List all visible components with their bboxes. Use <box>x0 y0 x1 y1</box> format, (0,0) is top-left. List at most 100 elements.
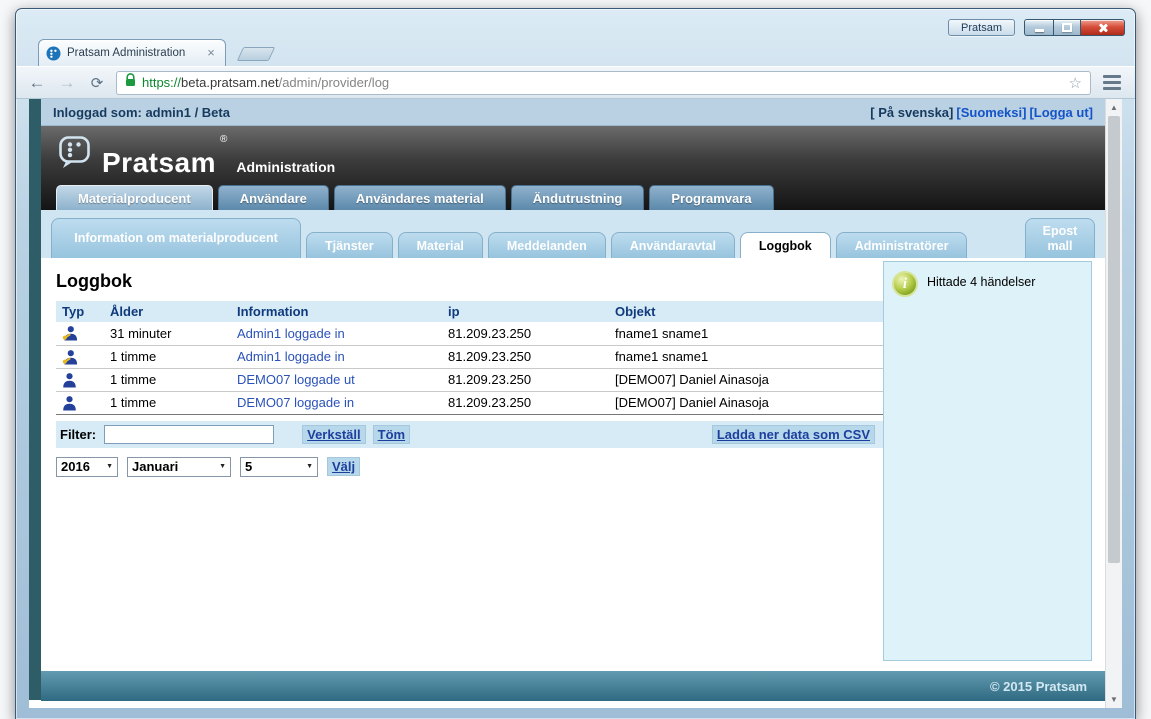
titlebar: Pratsam <box>16 9 1135 39</box>
log-age: 1 timme <box>104 391 231 414</box>
language-link-logga-ut[interactable]: [Logga ut] <box>1029 105 1093 120</box>
close-icon <box>1097 22 1109 34</box>
result-message: Hittade 4 händelser <box>927 275 1035 289</box>
address-bar[interactable]: https://beta.pratsam.net/admin/provider/… <box>116 71 1091 95</box>
main-tabs: MaterialproducentAnvändareAnvändares mat… <box>56 185 774 210</box>
window-controls <box>1024 19 1125 36</box>
pratsam-window-button[interactable]: Pratsam <box>948 19 1015 36</box>
back-icon[interactable] <box>26 74 48 91</box>
sub-tab-administratörer[interactable]: Administratörer <box>836 232 968 258</box>
language-link-suomeksi[interactable]: [Suomeksi] <box>956 105 1026 120</box>
log-object: [DEMO07] Daniel Ainasoja <box>609 391 883 414</box>
column-header-ålder: Ålder <box>104 301 231 322</box>
sub-tab-information-om-materialproducent[interactable]: Information om materialproducent <box>51 218 301 258</box>
select-date-button[interactable]: Välj <box>327 457 360 476</box>
brand-name: Pratsam <box>102 149 216 177</box>
year-select[interactable]: 2016 <box>56 457 118 477</box>
page-left-border <box>29 99 41 700</box>
pratsam-logo-icon <box>57 134 93 175</box>
browser-toolbar: https://beta.pratsam.net/admin/provider/… <box>16 66 1135 99</box>
log-object: [DEMO07] Daniel Ainasoja <box>609 368 883 391</box>
main-tab-ändutrustning[interactable]: Ändutrustning <box>511 185 645 210</box>
page-viewport: Inloggad som: admin1 / Beta [ På svenska… <box>29 99 1122 708</box>
log-age: 1 timme <box>104 368 231 391</box>
url-host: beta.pratsam.net <box>181 75 279 90</box>
log-ip: 81.209.23.250 <box>442 322 609 345</box>
sub-tab-tjänster[interactable]: Tjänster <box>306 232 393 258</box>
sub-tab-meddelanden[interactable]: Meddelanden <box>488 232 606 258</box>
log-info-link[interactable]: Admin1 loggade in <box>237 349 345 364</box>
log-row: 1 timme DEMO07 loggade ut 81.209.23.250[DE… <box>56 368 883 391</box>
admin-user-icon <box>62 325 98 341</box>
maximize-button[interactable] <box>1053 19 1080 36</box>
filter-bar: Filter: Verkställ Töm Ladda ner data som… <box>56 421 883 448</box>
main-tab-användares-material[interactable]: Användares material <box>334 185 506 210</box>
log-info-link[interactable]: DEMO07 loggade ut <box>237 372 355 387</box>
sub-tab-användaravtal[interactable]: Användaravtal <box>611 232 735 258</box>
main-tab-användare[interactable]: Användare <box>218 185 329 210</box>
user-icon <box>62 372 98 388</box>
sub-tab-material[interactable]: Material <box>398 232 483 258</box>
main-tab-materialproducent[interactable]: Materialproducent <box>56 185 213 210</box>
scrollbar[interactable] <box>1105 99 1122 708</box>
pratsam-logo: Pratsam ® Administration <box>57 134 335 177</box>
clear-filter-button[interactable]: Töm <box>373 425 410 444</box>
log-table-header: TypÅlderInformationipObjekt <box>56 301 883 322</box>
close-button[interactable] <box>1080 19 1125 36</box>
browser-tab-title: Pratsam Administration <box>67 47 198 59</box>
log-info-link[interactable]: Admin1 loggade in <box>237 326 345 341</box>
filter-input[interactable] <box>104 425 274 444</box>
log-ip: 81.209.23.250 <box>442 368 609 391</box>
sub-tab-epost-mall[interactable]: Epost mall <box>1025 218 1095 258</box>
logged-in-status: Inloggad som: admin1 / Beta <box>53 105 230 120</box>
app-title: Administration <box>236 159 335 175</box>
info-icon <box>892 271 918 297</box>
column-header-ip: ip <box>442 301 609 322</box>
log-info-link[interactable]: DEMO07 loggade in <box>237 395 354 410</box>
browser-tab[interactable]: Pratsam Administration <box>38 39 226 66</box>
filter-label: Filter: <box>60 427 96 442</box>
language-link-på-svenska[interactable]: [ På svenska] <box>870 105 953 120</box>
scroll-down-icon[interactable] <box>1106 691 1122 708</box>
new-tab-button[interactable] <box>237 47 276 61</box>
column-header-typ: Typ <box>56 301 104 322</box>
log-object: fname1 sname1 <box>609 345 883 368</box>
user-icon <box>62 395 98 411</box>
session-bar: Inloggad som: admin1 / Beta [ På svenska… <box>41 99 1105 126</box>
minimize-button[interactable] <box>1024 19 1053 36</box>
tab-close-icon[interactable] <box>204 46 218 60</box>
maximize-icon <box>1062 23 1072 32</box>
log-row: 1 timmeAdmin1 loggade in81.209.23.250fna… <box>56 345 883 368</box>
pratsam-favicon-icon <box>46 46 61 61</box>
scrollbar-thumb[interactable] <box>1108 116 1120 563</box>
reload-icon[interactable] <box>86 74 108 91</box>
chevron-down-icon <box>106 463 113 470</box>
url-text: https://beta.pratsam.net/admin/provider/… <box>142 75 389 90</box>
download-csv-link[interactable]: Ladda ner data som CSV <box>712 425 875 444</box>
chevron-down-icon <box>219 463 226 470</box>
padlock-icon <box>125 73 136 92</box>
day-select[interactable]: 5 <box>240 457 318 477</box>
site-header: Pratsam ® Administration Materialproduce… <box>41 126 1105 210</box>
main-tab-programvara[interactable]: Programvara <box>649 185 773 210</box>
log-object: fname1 sname1 <box>609 322 883 345</box>
forward-icon[interactable] <box>56 74 78 91</box>
content-area: Loggbok TypÅlderInformationipObjekt 31 m… <box>41 258 1105 671</box>
brand-registered-icon: ® <box>220 134 227 145</box>
menu-icon[interactable] <box>1099 73 1125 92</box>
minimize-icon <box>1035 29 1044 32</box>
copyright: © 2015 Pratsam <box>990 679 1087 694</box>
bookmark-star-icon[interactable] <box>1069 74 1082 92</box>
apply-filter-button[interactable]: Verkställ <box>302 425 366 444</box>
scroll-up-icon[interactable] <box>1106 99 1122 116</box>
sub-tab-loggbok[interactable]: Loggbok <box>740 232 831 258</box>
log-row: 1 timmeDEMO07 loggade in81.209.23.250[DE… <box>56 391 883 414</box>
log-ip: 81.209.23.250 <box>442 345 609 368</box>
column-header-information: Information <box>231 301 442 322</box>
log-table: TypÅlderInformationipObjekt 31 minuterAd… <box>56 301 883 415</box>
month-select[interactable]: Januari <box>127 457 231 477</box>
language-links: [ På svenska][Suomeksi][Logga ut] <box>870 105 1093 120</box>
browser-window: Pratsam Pratsam Administration https://b… <box>15 8 1136 719</box>
url-path: /admin/provider/log <box>279 75 390 90</box>
log-table-body: 31 minuterAdmin1 loggade in81.209.23.250… <box>56 322 883 414</box>
